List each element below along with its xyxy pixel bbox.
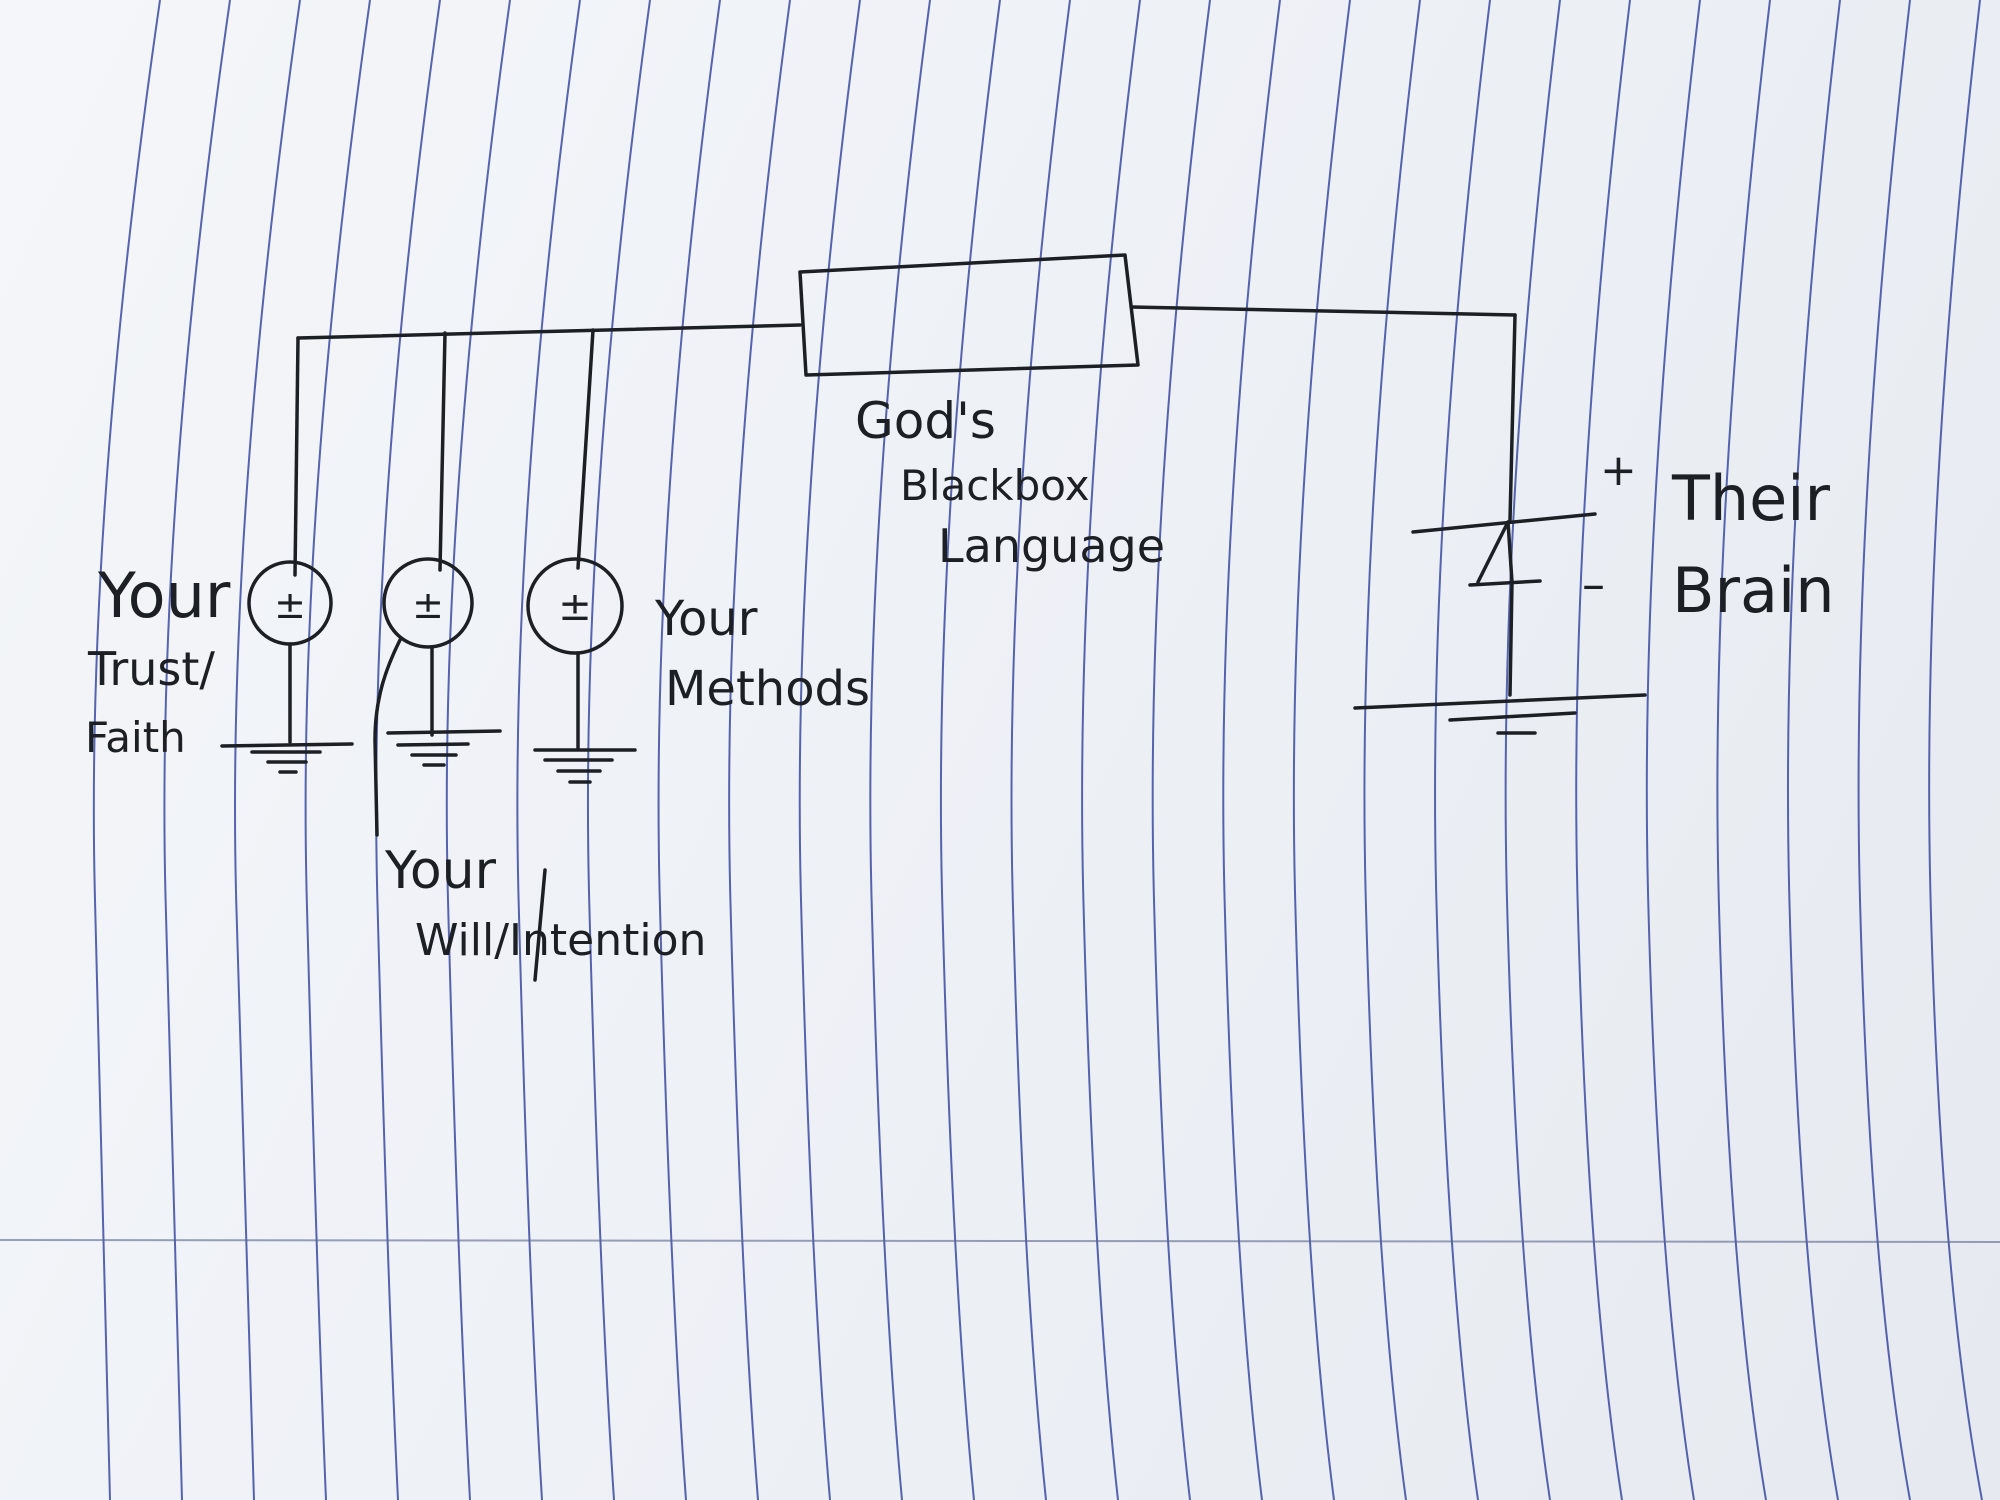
- ground-rail-mid: [386, 729, 502, 735]
- drop-wire-will: [438, 331, 447, 572]
- label-trust-line1: Your: [97, 559, 231, 632]
- blackbox-rectangle: [798, 253, 1140, 377]
- label-will-line1: Your: [384, 841, 497, 901]
- source-symbol-trust: ±: [274, 583, 306, 627]
- drop-wire-methods: [576, 328, 595, 570]
- will-label-leader: [373, 638, 402, 837]
- ground-icon-will: [396, 742, 470, 767]
- notebook-paper: ± ± ± Your Trust/ Faith Your Will/Intent…: [0, 0, 2000, 1500]
- ground-icon-trust: [250, 750, 322, 774]
- label-box-line2: Blackbox: [900, 461, 1090, 510]
- right-bus-wire: [1130, 305, 1517, 317]
- right-drop-wire: [1508, 313, 1517, 522]
- label-trust-line2: Trust/: [87, 642, 215, 696]
- diode-symbol: [1411, 512, 1597, 697]
- ground-rail-left: [220, 742, 354, 748]
- diode-plus-sign: +: [1600, 445, 1637, 496]
- circuit-diagram: ± ± ± Your Trust/ Faith Your Will/Intent…: [85, 253, 1835, 982]
- label-box-line1: God's: [855, 392, 996, 450]
- drop-wire-trust: [293, 336, 300, 577]
- label-methods-line1: Your: [654, 591, 758, 647]
- label-brain-line2: Brain: [1672, 554, 1835, 627]
- label-methods-line2: Methods: [665, 661, 870, 717]
- label-box-line3: Language: [938, 519, 1165, 573]
- label-trust-line3: Faith: [85, 713, 186, 762]
- top-bus-wire: [296, 323, 802, 340]
- source-symbol-will: ±: [412, 583, 444, 627]
- source-symbol-methods: ±: [558, 584, 592, 630]
- label-will-line2: Will/Intention: [415, 915, 706, 966]
- diode-minus-sign: –: [1582, 557, 1605, 611]
- ground-icon-methods: [543, 758, 614, 784]
- diode-ground-rail: [1353, 693, 1647, 710]
- label-brain-line1: Their: [1671, 462, 1831, 535]
- ground-icon-brain: [1448, 711, 1577, 735]
